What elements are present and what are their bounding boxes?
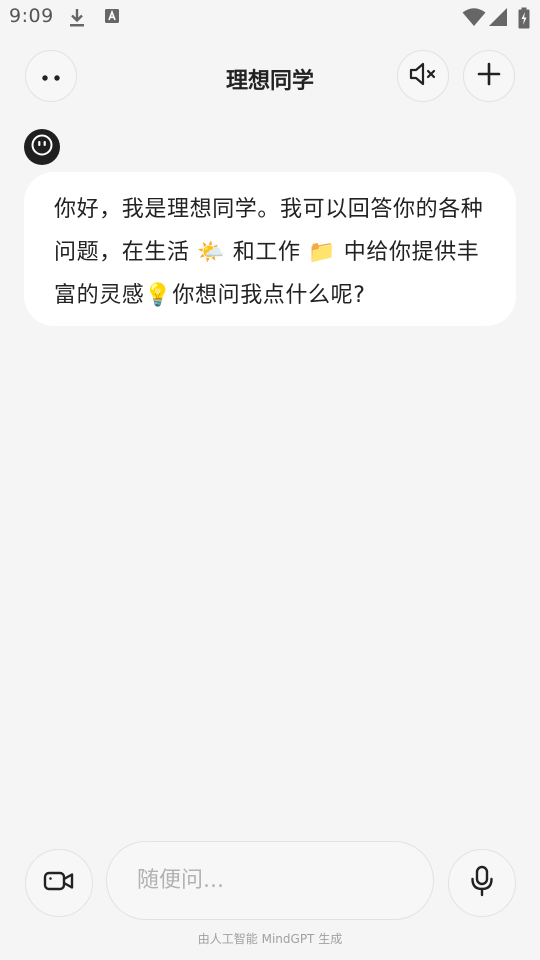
- video-button[interactable]: [25, 849, 93, 917]
- add-button[interactable]: [463, 50, 515, 102]
- header: 理想同学: [0, 50, 540, 104]
- wifi-icon: [462, 7, 486, 31]
- plus-icon: [477, 62, 501, 90]
- app-screen: 9:09 理想同学 你好，我是理想同学。我可以回答你的各种问题，在生活 🌤️ 和…: [0, 0, 540, 960]
- sun-behind-cloud-emoji-icon: 🌤️: [197, 240, 226, 265]
- download-icon: [68, 7, 86, 33]
- mute-button[interactable]: [397, 50, 449, 102]
- page-title: 理想同学: [225, 69, 314, 94]
- video-camera-icon: [43, 869, 75, 897]
- light-bulb-emoji-icon: 💡: [144, 283, 173, 308]
- a-notification-icon: [104, 7, 120, 29]
- battery-charging-icon: [518, 7, 530, 33]
- message-input[interactable]: [135, 867, 405, 894]
- voice-input-button[interactable]: [448, 849, 516, 917]
- status-time: 9:09: [9, 5, 54, 27]
- bot-message-bubble: 你好，我是理想同学。我可以回答你的各种问题，在生活 🌤️ 和工作 📁 中给你提供…: [24, 172, 516, 326]
- ai-disclaimer: 由人工智能 MindGPT 生成: [197, 932, 343, 946]
- input-bar: 由人工智能 MindGPT 生成: [0, 840, 540, 960]
- speaker-muted-icon: [408, 61, 438, 91]
- bot-avatar: [24, 129, 60, 165]
- bot-face-icon: [30, 133, 54, 161]
- message-text-segment: 和工作: [225, 240, 309, 265]
- message-text-segment: 你想问我点什么呢?: [172, 283, 366, 308]
- status-bar: 9:09: [0, 0, 540, 36]
- message-input-box[interactable]: [106, 841, 434, 920]
- folder-emoji-icon: 📁: [308, 240, 337, 265]
- microphone-icon: [469, 865, 495, 901]
- bot-message-text: 你好，我是理想同学。我可以回答你的各种问题，在生活 🌤️ 和工作 📁 中给你提供…: [54, 188, 490, 317]
- signal-icon: [488, 7, 508, 31]
